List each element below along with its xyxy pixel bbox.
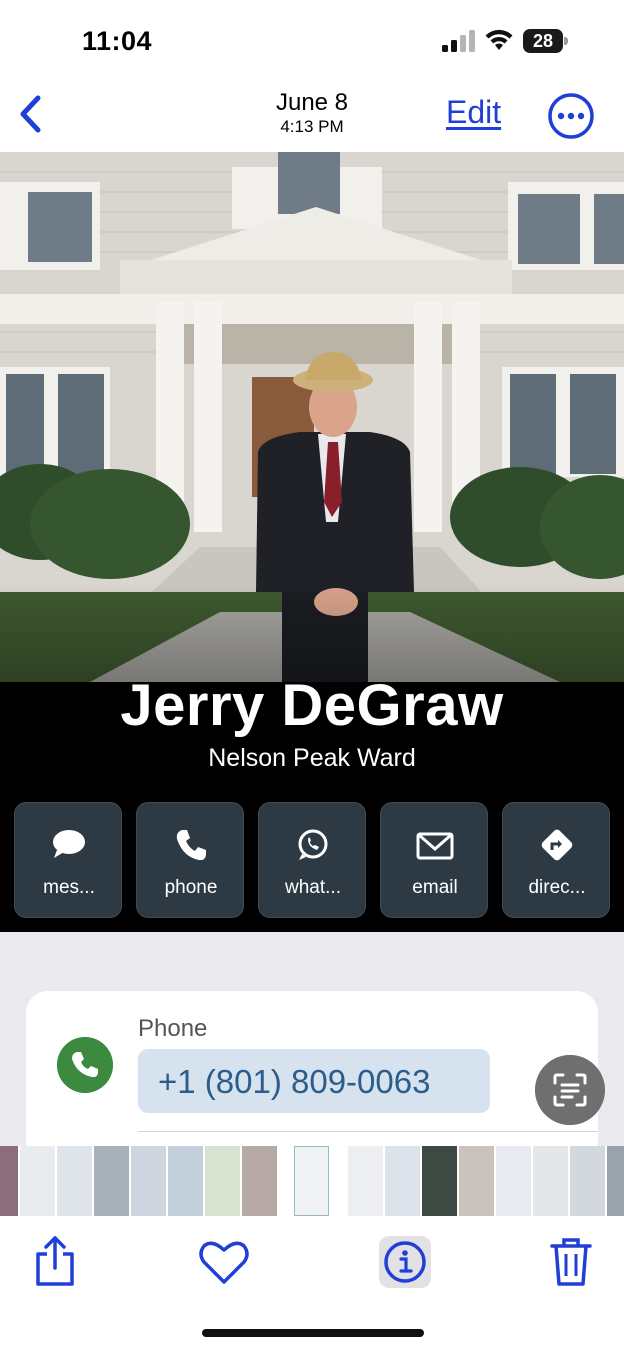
directions-icon bbox=[541, 829, 573, 861]
details-area: Phone +1 (801) 809-0063 bbox=[0, 932, 624, 1161]
divider bbox=[138, 1131, 598, 1132]
thumbnail[interactable] bbox=[205, 1146, 240, 1216]
status-time: 11:04 bbox=[82, 26, 153, 56]
directions-label: direc... bbox=[528, 877, 586, 898]
envelope-icon bbox=[416, 832, 454, 860]
home-indicator bbox=[202, 1329, 424, 1337]
photo-date: June 8 bbox=[275, 89, 349, 116]
thumbnail[interactable] bbox=[168, 1146, 203, 1216]
phone-label: phone bbox=[164, 877, 218, 898]
thumbnail[interactable] bbox=[131, 1146, 166, 1216]
whatsapp-button[interactable]: what... bbox=[258, 802, 366, 918]
message-label: mes... bbox=[43, 877, 95, 898]
phone-field-label: Phone bbox=[138, 1015, 208, 1042]
thumbnail-current[interactable] bbox=[294, 1146, 329, 1216]
whatsapp-icon bbox=[298, 829, 328, 860]
phone-button[interactable]: phone bbox=[136, 802, 244, 918]
message-bubble-icon bbox=[53, 830, 85, 858]
thumbnail[interactable] bbox=[20, 1146, 55, 1216]
thumbnail[interactable] bbox=[57, 1146, 92, 1216]
heart-icon[interactable] bbox=[195, 1232, 253, 1290]
thumbnail-strip[interactable] bbox=[0, 1146, 624, 1216]
trash-icon[interactable] bbox=[542, 1232, 600, 1290]
share-icon[interactable] bbox=[26, 1232, 84, 1290]
thumbnail[interactable] bbox=[496, 1146, 531, 1216]
whatsapp-label: what... bbox=[285, 877, 341, 898]
cellular-signal-icon bbox=[442, 30, 475, 52]
photo-time: 4:13 PM bbox=[280, 117, 344, 136]
thumbnail[interactable] bbox=[385, 1146, 420, 1216]
ellipsis-circle-icon[interactable] bbox=[547, 92, 595, 140]
bottom-toolbar bbox=[0, 1216, 624, 1351]
wifi-icon bbox=[485, 29, 513, 50]
phone-icon bbox=[57, 1037, 113, 1093]
thumbnail[interactable] bbox=[94, 1146, 129, 1216]
phone-icon bbox=[176, 830, 206, 861]
message-button[interactable]: mes... bbox=[14, 802, 122, 918]
info-icon bbox=[384, 1241, 426, 1283]
nav-title: June 8 4:13 PM bbox=[212, 90, 412, 138]
thumbnail[interactable] bbox=[422, 1146, 457, 1216]
phone-number: +1 (801) 809-0063 bbox=[158, 1063, 431, 1100]
thumbnail[interactable] bbox=[242, 1146, 277, 1216]
live-text-icon[interactable] bbox=[535, 1055, 605, 1125]
thumbnail[interactable] bbox=[348, 1146, 383, 1216]
nav-bar: June 8 4:13 PM Edit bbox=[0, 80, 624, 152]
thumbnail[interactable] bbox=[570, 1146, 605, 1216]
email-button[interactable]: email bbox=[380, 802, 488, 918]
battery-indicator: 28 bbox=[523, 29, 569, 53]
email-label: email bbox=[412, 877, 458, 898]
battery-level: 28 bbox=[523, 29, 563, 53]
edit-button[interactable]: Edit bbox=[446, 94, 501, 131]
thumbnail[interactable] bbox=[0, 1146, 18, 1216]
phone-card: Phone +1 (801) 809-0063 bbox=[26, 991, 598, 1161]
quick-actions: mes... phone what... email direc... bbox=[14, 802, 612, 918]
thumbnail[interactable] bbox=[459, 1146, 494, 1216]
chevron-left-icon[interactable] bbox=[14, 92, 48, 136]
contact-name: Jerry DeGraw bbox=[120, 673, 504, 738]
thumbnail[interactable] bbox=[533, 1146, 568, 1216]
status-bar: 11:04 28 bbox=[0, 0, 624, 80]
phone-number-link[interactable]: +1 (801) 809-0063 bbox=[138, 1049, 490, 1113]
contact-subtitle: Nelson Peak Ward bbox=[208, 744, 416, 772]
thumbnail[interactable] bbox=[607, 1146, 624, 1216]
directions-button[interactable]: direc... bbox=[502, 802, 610, 918]
contact-photo[interactable]: Jerry DeGraw Nelson Peak Ward mes... pho… bbox=[0, 152, 624, 932]
info-button[interactable] bbox=[379, 1236, 437, 1294]
